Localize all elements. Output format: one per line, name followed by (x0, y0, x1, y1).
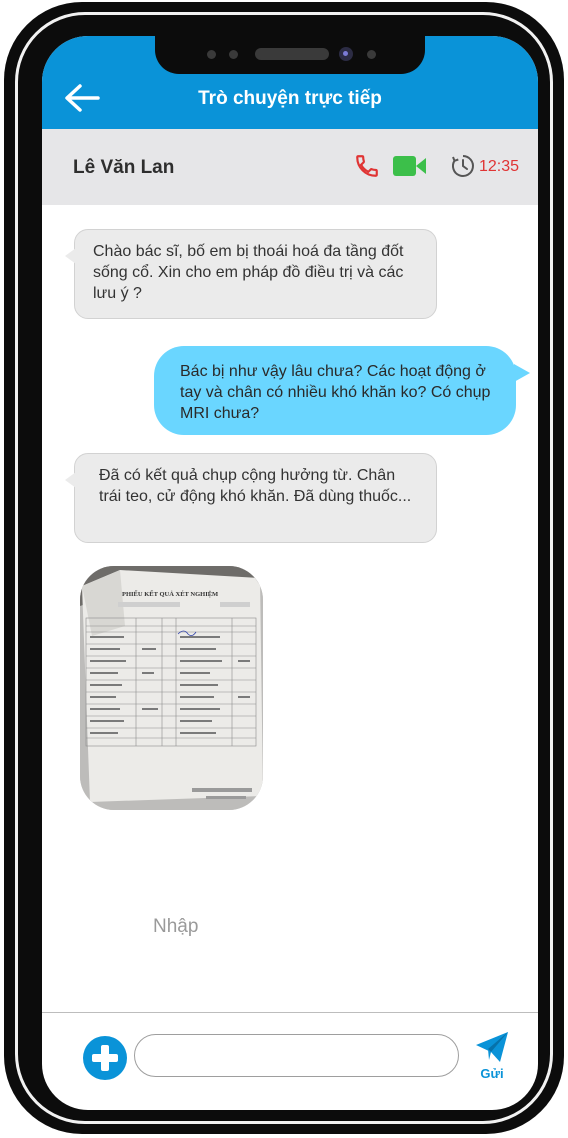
message-bubble-incoming: Chào bác sĩ, bố em bị thoái hoá đa tầng … (65, 229, 437, 319)
phone-screen: Trò chuyện trực tiếp Lê Văn Lan 12:35 Ch… (42, 36, 538, 1110)
message-text: Đã có kết quả chụp cộng hưởng từ. Chân t… (99, 467, 412, 505)
lab-report-image: PHIẾU KẾT QUẢ XÉT NGHIỆM (80, 566, 263, 810)
phone-frame: Trò chuyện trực tiếp Lê Văn Lan 12:35 Ch… (4, 2, 564, 1134)
contact-bar: Lê Văn Lan 12:35 (42, 129, 538, 205)
message-input[interactable] (134, 1034, 459, 1077)
phone-icon (356, 155, 378, 177)
volume-up-button (4, 240, 12, 318)
bubble-tail (514, 364, 530, 382)
contact-name: Lê Văn Lan (73, 157, 175, 178)
add-attachment-button[interactable] (83, 1036, 127, 1080)
paper-plane-icon (476, 1032, 508, 1062)
attached-photo[interactable]: PHIẾU KẾT QUẢ XÉT NGHIỆM (80, 566, 263, 810)
mute-switch (4, 154, 12, 194)
sensor-dot (207, 50, 216, 59)
divider (42, 1012, 538, 1013)
send-label: Gửi (480, 1066, 504, 1081)
notch (155, 36, 425, 74)
call-timer: 12:35 (479, 158, 520, 175)
input-hint: Nhập (153, 916, 199, 937)
bubble-tail (65, 248, 76, 264)
report-title: PHIẾU KẾT QUẢ XÉT NGHIỆM (122, 590, 218, 598)
send-button[interactable]: Gửi (472, 1030, 512, 1081)
message-text: Chào bác sĩ, bố em bị thoái hoá đa tầng … (93, 243, 404, 302)
video-camera-icon (393, 156, 426, 176)
sensor-dot (229, 50, 238, 59)
clock-icon (450, 153, 476, 179)
sensor-dot (367, 50, 376, 59)
video-call-button[interactable] (392, 154, 428, 178)
call-button[interactable] (354, 153, 380, 179)
message-bubble-outgoing: Bác bị như vậy lâu chưa? Các hoạt động ở… (154, 346, 530, 435)
page-title: Trò chuyện trực tiếp (198, 88, 382, 109)
message-bubble-incoming: Đã có kết quả chụp cộng hưởng từ. Chân t… (65, 453, 437, 543)
bubble-tail (65, 472, 76, 488)
plus-circle-icon (83, 1036, 127, 1080)
volume-down-button (4, 342, 12, 420)
message-text: Bác bị như vậy lâu chưa? Các hoạt động ở… (180, 363, 491, 422)
earpiece-speaker (255, 48, 329, 60)
front-camera (339, 47, 353, 61)
